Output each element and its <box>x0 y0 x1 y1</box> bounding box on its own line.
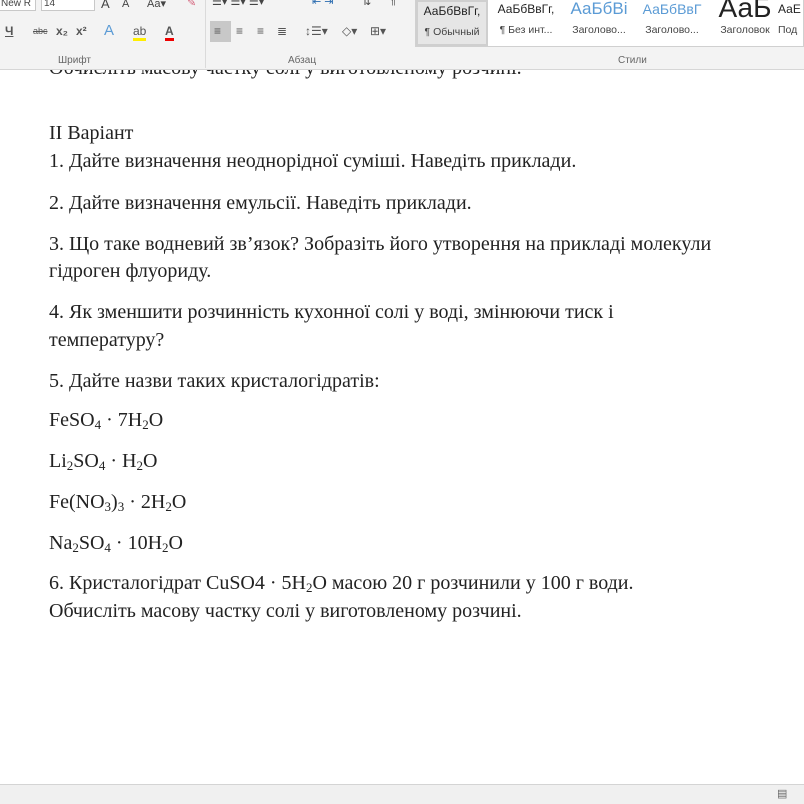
borders-icon[interactable]: ⊞▾ <box>370 24 386 38</box>
question-6-line-1: 6. Кристалогідрат CuSO4 · 5H2O масою 20 … <box>49 572 634 595</box>
question-3-line-2: гідроген флуориду. <box>49 260 212 282</box>
bullets-icon[interactable]: ☰▾ ☰▾ ☰▾ <box>212 0 264 8</box>
subscript-icon[interactable]: x₂ <box>56 24 68 38</box>
justify-icon[interactable]: ≣ <box>277 24 287 38</box>
grow-font-icon[interactable]: A <box>101 0 110 11</box>
style-no-spacing[interactable]: АаБбВвГг, ¶ Без инт... <box>490 0 562 46</box>
shrink-font-icon[interactable]: A <box>122 0 129 10</box>
style-heading-1[interactable]: АаБбВі Заголово... <box>563 0 635 46</box>
align-right-icon[interactable]: ≡ <box>257 24 264 38</box>
question-3-line-1: 3. Що таке водневий зв’язок? Зобразіть й… <box>49 233 712 255</box>
question-4-line-1: 4. Як зменшити розчинність кухонної солі… <box>49 301 614 323</box>
formula-2: Li2SO4 · H2O <box>49 450 158 473</box>
read-mode-icon[interactable]: ▤ <box>777 787 787 800</box>
line-spacing-icon[interactable]: ↕☰▾ <box>305 24 328 38</box>
ribbon: New R 14 A A Aa▾ ✎ Ч abc x₂ x² A ab A ☰▾… <box>0 0 804 70</box>
font-color-icon[interactable]: A <box>165 24 174 41</box>
underline-icon[interactable]: Ч <box>5 24 13 38</box>
align-left-icon[interactable]: ≡ <box>214 24 221 38</box>
font-name-box[interactable]: New R <box>0 0 36 11</box>
shading-icon[interactable]: ◇▾ <box>342 24 357 38</box>
indent-icons[interactable]: ⇤ ⇥ <box>312 0 334 8</box>
question-1: 1. Дайте визначення неоднорідної суміші.… <box>49 150 577 172</box>
pilcrow-icon[interactable]: ¶ <box>390 0 396 7</box>
status-bar: ▤ <box>0 784 804 804</box>
formula-3: Fe(NO3)3 · 2H2O <box>49 491 187 514</box>
text-effects-icon[interactable]: A <box>104 22 114 39</box>
style-title[interactable]: АаБ Заголовок <box>709 0 781 46</box>
document-page[interactable]: Обчисліть масову частку солі у виготовле… <box>0 0 804 784</box>
style-subtitle[interactable]: АаЕ Под <box>778 0 804 46</box>
question-6-line-2: Обчисліть масову частку солі у виготовле… <box>49 600 522 622</box>
strikethrough-icon[interactable]: abc <box>33 26 48 36</box>
font-group-label: Шрифт <box>58 55 91 66</box>
formula-4: Na2SO4 · 10H2O <box>49 532 183 555</box>
font-size-box[interactable]: 14 <box>41 0 95 11</box>
superscript-icon[interactable]: x² <box>76 24 87 38</box>
style-normal[interactable]: АаБбВвГг, ¶ Обычный <box>416 0 488 46</box>
highlight-icon[interactable]: ab <box>133 24 147 41</box>
question-4-line-2: температуру? <box>49 329 165 351</box>
clear-format-icon[interactable]: ✎ <box>187 0 196 9</box>
question-5: 5. Дайте назви таких кристалогідратів: <box>49 370 380 392</box>
styles-gallery: АаБбВвГг, ¶ Обычный АаБбВвГг, ¶ Без инт...… <box>415 0 804 47</box>
paragraph-group-label: Абзац <box>288 55 317 66</box>
styles-group-label: Стили <box>618 55 647 66</box>
align-center-icon[interactable]: ≡ <box>236 24 243 38</box>
sort-icon[interactable]: ⇅ <box>362 0 371 8</box>
style-heading-2[interactable]: АаБбВвГ Заголово... <box>636 0 708 46</box>
question-2: 2. Дайте визначення емульсії. Наведіть п… <box>49 192 472 214</box>
change-case-icon[interactable]: Aa▾ <box>147 0 166 10</box>
variant-heading: II Варіант <box>49 122 134 144</box>
formula-1: FeSO4 · 7H2O <box>49 409 164 432</box>
